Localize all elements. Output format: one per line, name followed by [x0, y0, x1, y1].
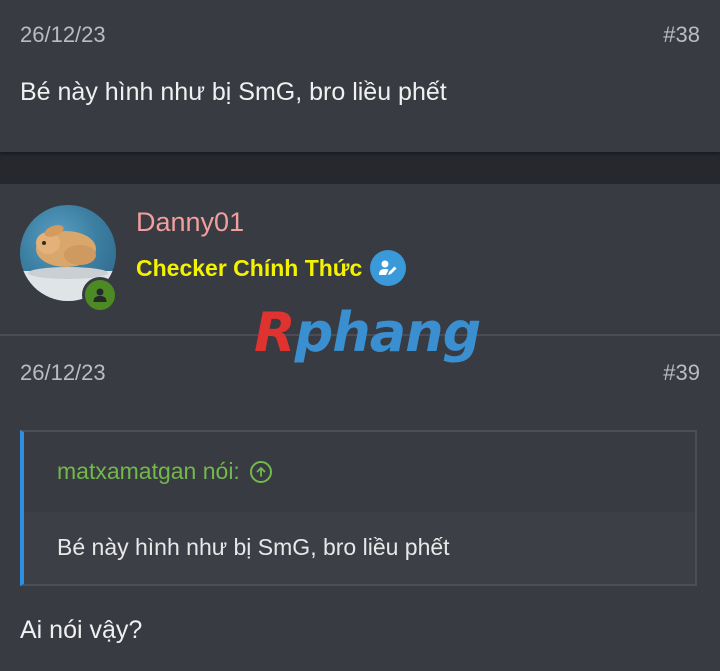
quote-header: matxamatgan nói: — [24, 432, 695, 512]
post-date[interactable]: 26/12/23 — [20, 22, 106, 48]
post-message: Bé này hình như bị SmG, bro liều phết — [20, 78, 447, 106]
user-title-text: Checker Chính Thức — [136, 254, 363, 281]
username[interactable]: Danny01 — [136, 207, 244, 238]
post-message: Ai nói vậy? — [20, 616, 143, 644]
watermark-r: R — [254, 301, 296, 364]
avatar[interactable] — [20, 205, 118, 313]
post-39: Danny01 Checker Chính Thức 26/12/23 #39 … — [0, 184, 720, 671]
post-38: 26/12/23 #38 Bé này hình như bị SmG, bro… — [0, 0, 720, 152]
post-number[interactable]: #38 — [663, 22, 700, 48]
watermark-logo: Rphang — [254, 306, 481, 360]
arrow-up-circle-icon[interactable] — [249, 460, 272, 483]
quote-block: matxamatgan nói: Bé này hình như bị SmG,… — [20, 430, 697, 586]
post-number[interactable]: #39 — [663, 360, 700, 386]
user-title: Checker Chính Thức — [136, 250, 407, 286]
post-date[interactable]: 26/12/23 — [20, 360, 106, 386]
quote-author-text[interactable]: matxamatgan nói: — [57, 458, 240, 485]
quote-author[interactable]: matxamatgan nói: — [57, 458, 272, 485]
quote-text: Bé này hình như bị SmG, bro liều phết — [57, 534, 450, 560]
verified-edit-icon — [370, 250, 407, 286]
quote-body: Bé này hình như bị SmG, bro liều phết — [24, 512, 695, 584]
watermark-rest: phang — [294, 301, 482, 364]
user-online-icon — [82, 277, 118, 313]
